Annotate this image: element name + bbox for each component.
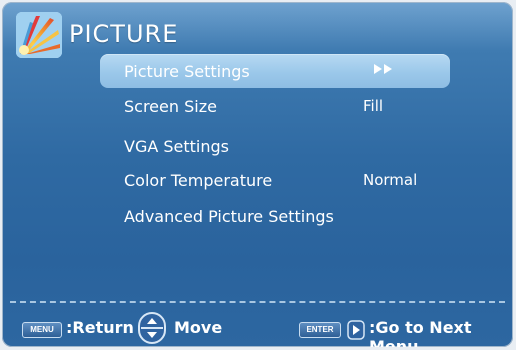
menu-item-color-temperature[interactable]: Color Temperature Normal (100, 163, 450, 197)
menu-item-value: Normal (363, 171, 418, 189)
menu-item-label: Picture Settings (124, 61, 250, 81)
picture-menu-screen: PICTURE Picture Settings Screen Size Fil… (2, 2, 513, 347)
menu-key-icon: MENU (22, 322, 62, 338)
picture-logo-icon (16, 12, 62, 58)
right-arrow-key-icon (347, 320, 365, 340)
menu-item-picture-settings[interactable]: Picture Settings (100, 54, 450, 88)
menu-item-vga-settings[interactable]: VGA Settings (100, 129, 450, 163)
double-right-arrow-icon (374, 64, 392, 74)
next-menu-hint: :Go to Next Menu (369, 318, 472, 347)
menu-item-label: Advanced Picture Settings (124, 206, 334, 226)
move-hint: Move (174, 318, 223, 337)
up-down-navigation-icon (138, 312, 166, 344)
menu-item-screen-size[interactable]: Screen Size Fill (100, 89, 450, 123)
menu-item-label: Color Temperature (124, 170, 273, 190)
menu-item-label: VGA Settings (124, 136, 229, 156)
menu-item-advanced-picture-settings[interactable]: Advanced Picture Settings (100, 199, 450, 233)
return-hint: :Return (66, 318, 134, 337)
footer-divider (10, 301, 505, 303)
menu-item-label: Screen Size (124, 96, 217, 116)
page-title: PICTURE (69, 20, 179, 48)
menu-item-value: Fill (363, 97, 384, 115)
enter-key-icon: ENTER (299, 322, 341, 338)
footer-hints: MENU :Return Move ENTER :Go to Next Menu (2, 312, 513, 347)
